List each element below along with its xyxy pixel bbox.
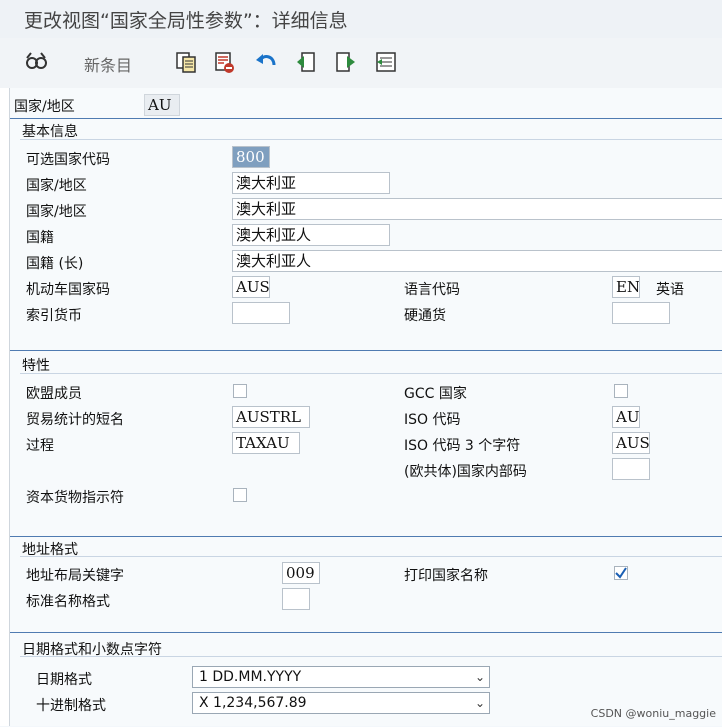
index-currency-field[interactable] xyxy=(232,302,290,324)
print-country-label: 打印国家名称 xyxy=(404,568,488,584)
header-country-field: AU xyxy=(144,94,180,116)
country-field[interactable]: 澳大利亚 xyxy=(232,172,390,194)
window-title: 更改视图“国家全局性参数”：详细信息 xyxy=(24,10,348,32)
checkmark-icon xyxy=(615,567,627,579)
gcc-label: GCC 国家 xyxy=(404,386,467,402)
next-entry-icon[interactable] xyxy=(332,48,360,76)
section-title-basic: 基本信息 xyxy=(22,124,78,140)
header-country-label: 国家/地区 xyxy=(14,99,75,115)
print-country-checkbox[interactable] xyxy=(614,566,628,580)
delete-icon[interactable] xyxy=(210,48,238,76)
gcc-checkbox[interactable] xyxy=(614,384,628,398)
new-entries-button[interactable]: 新条目 xyxy=(84,52,132,76)
decimal-format-dropdown[interactable]: X 1,234,567.89 ⌄ xyxy=(192,692,490,714)
iso3-code-label: ISO 代码 3 个字符 xyxy=(404,438,521,454)
eu-internal-code-label: (欧共体)国家内部码 xyxy=(404,464,527,480)
nationality-long-label: 国籍 (长) xyxy=(26,256,84,272)
capital-goods-checkbox[interactable] xyxy=(233,488,247,502)
address-layout-key-label: 地址布局关键字 xyxy=(26,568,124,584)
select-all-icon[interactable] xyxy=(372,48,400,76)
properties-separator xyxy=(20,373,722,374)
date-format-label: 日期格式 xyxy=(36,672,92,688)
iso-code-label: ISO 代码 xyxy=(404,412,461,428)
country-long-label: 国家/地区 xyxy=(26,204,87,220)
standard-name-format-label: 标准名称格式 xyxy=(26,594,110,610)
iso3-code-field[interactable]: AUS xyxy=(612,432,650,454)
country-long-field[interactable]: 澳大利亚 xyxy=(232,198,722,220)
procedure-field[interactable]: TAXAU xyxy=(232,432,300,454)
decimal-format-label: 十进制格式 xyxy=(36,698,106,714)
chevron-down-icon: ⌄ xyxy=(474,670,485,684)
title-bar: 更改视图“国家全局性参数”：详细信息 xyxy=(0,0,722,38)
language-code-label: 语言代码 xyxy=(404,282,460,298)
date-format-dropdown[interactable]: 1 DD.MM.YYYY ⌄ xyxy=(192,666,490,688)
standard-name-format-field[interactable] xyxy=(282,588,310,610)
toolbar: 新条目 xyxy=(0,38,722,89)
watermark: CSDN @woniu_maggie xyxy=(590,707,716,720)
date-format-value: 1 DD.MM.YYYY xyxy=(199,669,302,685)
procedure-label: 过程 xyxy=(26,438,54,454)
copy-icon[interactable] xyxy=(172,48,200,76)
section-title-properties: 特性 xyxy=(22,358,50,374)
address-layout-key-field[interactable]: 009 xyxy=(282,562,320,584)
hard-currency-field[interactable] xyxy=(612,302,670,324)
basic-info-separator xyxy=(20,139,722,140)
prev-entry-icon[interactable] xyxy=(292,48,320,76)
date-format-separator xyxy=(20,656,722,657)
trade-short-name-field[interactable]: AUSTRL xyxy=(232,406,310,428)
country-label: 国家/地区 xyxy=(26,178,87,194)
iso-code-field[interactable]: AU xyxy=(612,406,640,428)
address-separator xyxy=(20,556,722,557)
eu-internal-code-field[interactable] xyxy=(612,458,650,480)
capital-goods-label: 资本货物指示符 xyxy=(26,490,124,506)
decimal-format-value: X 1,234,567.89 xyxy=(199,695,307,711)
alt-country-code-field[interactable]: 800 xyxy=(232,146,270,168)
eu-member-label: 欧盟成员 xyxy=(26,386,82,402)
nationality-label: 国籍 xyxy=(26,230,54,246)
glasses-icon[interactable] xyxy=(22,48,50,76)
alt-country-code-label: 可选国家代码 xyxy=(26,152,110,168)
language-name: 英语 xyxy=(656,282,684,298)
undo-icon[interactable] xyxy=(252,48,280,76)
eu-member-checkbox[interactable] xyxy=(233,384,247,398)
nationality-field[interactable]: 澳大利亚人 xyxy=(232,224,390,246)
index-currency-label: 索引货币 xyxy=(26,308,82,324)
vehicle-code-field[interactable]: AUS xyxy=(232,276,270,298)
trade-short-name-label: 贸易统计的短名 xyxy=(26,412,124,428)
language-code-field[interactable]: EN xyxy=(612,276,640,298)
nationality-long-field[interactable]: 澳大利亚人 xyxy=(232,250,722,272)
vehicle-code-label: 机动车国家码 xyxy=(26,282,110,298)
chevron-down-icon: ⌄ xyxy=(474,696,485,710)
left-edge xyxy=(0,88,10,726)
hard-currency-label: 硬通货 xyxy=(404,308,446,324)
